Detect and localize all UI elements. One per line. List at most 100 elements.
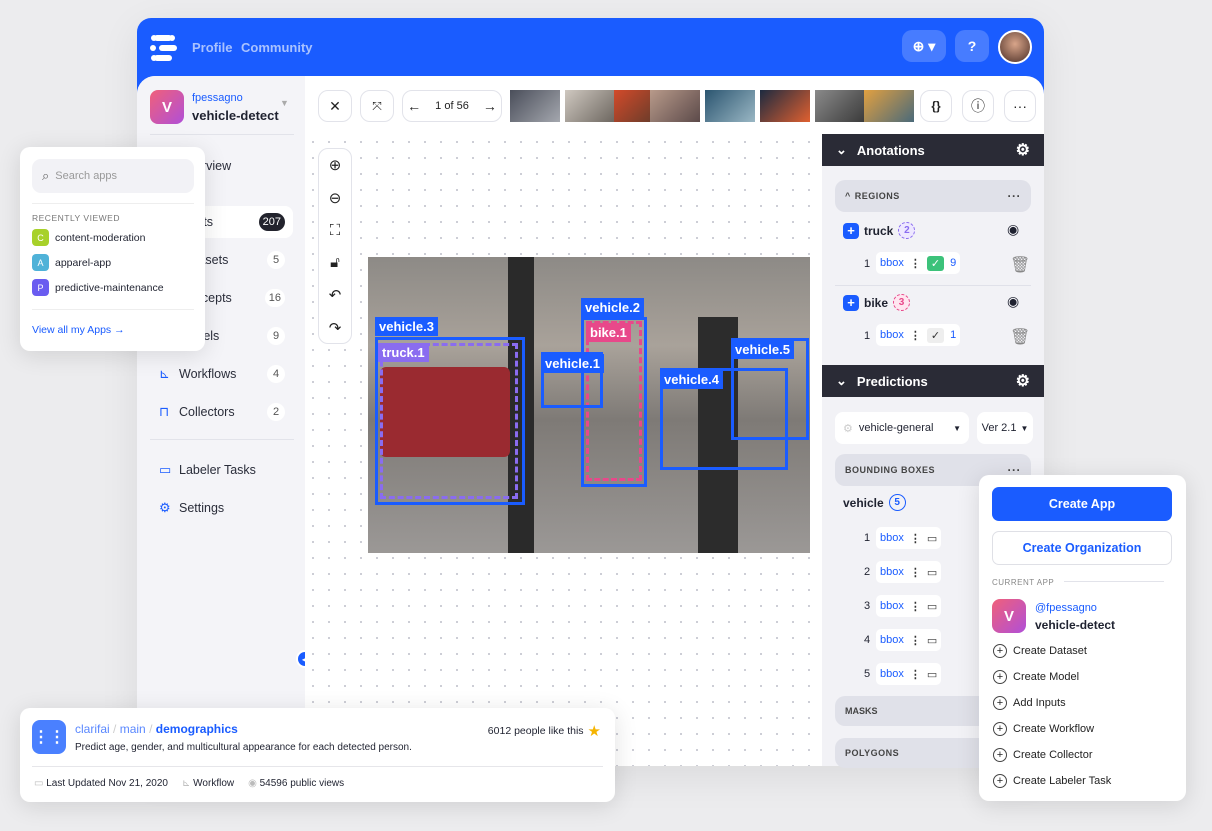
json-button[interactable]: {} [920,90,952,122]
sidebar-item-workflows[interactable]: ⊾ Workflows 4 [151,358,293,390]
info-button[interactable]: ⓘ [962,90,994,122]
next-arrow-icon[interactable]: → [483,98,497,114]
star-icon[interactable]: ★ [588,722,601,740]
region-chip[interactable]: bbox ⋮ ✓ 9 [876,252,961,274]
annotations-title: Anotations [856,142,925,158]
sidebar-item-settings[interactable]: ⚙ Settings [151,492,293,524]
region-chip[interactable]: bbox ⋮ ✓ 1 [876,324,961,346]
zoom-out-icon[interactable]: ⊖ [319,182,351,215]
count-badge: 9 [267,327,285,345]
thumbnail[interactable] [705,90,755,122]
model-select[interactable]: ⚙ vehicle-general ▼ [835,412,969,444]
close-button[interactable]: ✕ [318,90,352,122]
annotations-header[interactable]: ⌄ Anotations ⚙ [822,134,1044,166]
kebab-icon[interactable]: ⋮ [910,600,921,613]
prediction-chip[interactable]: bbox ⋮ ▭ [876,629,942,651]
input-image[interactable]: vehicle.3 truck.1 vehicle.2 bike.1 vehic… [368,257,810,553]
recent-app-item[interactable]: Aapparel-app [32,254,111,271]
thumbnail[interactable] [760,90,810,122]
more-icon[interactable]: ··· [1008,189,1022,203]
kebab-icon[interactable]: ⋮ [910,634,921,647]
app-name[interactable]: vehicle-detect [192,108,279,123]
add-button[interactable]: ⊕ ▾ [902,30,946,62]
bbox-truck-1[interactable] [380,343,518,499]
fullscreen-button[interactable]: ⤧ [360,90,394,122]
view-all-apps-link[interactable]: View all my Apps → [32,324,125,336]
zoom-in-icon[interactable]: ⊕ [319,149,351,182]
kebab-icon[interactable]: ⋮ [910,329,921,342]
redo-icon[interactable]: ↷ [319,312,351,345]
app-owner[interactable]: fpessagno [192,92,243,104]
trash-icon[interactable]: 🗑︎ [1010,327,1030,347]
nav-community[interactable]: Community [241,40,313,55]
undo-icon[interactable]: ↶ [319,279,351,312]
user-avatar[interactable] [998,30,1032,64]
thumbnail[interactable] [864,90,914,122]
prediction-chip[interactable]: bbox ⋮ ▭ [876,663,942,685]
tag-icon[interactable]: ▭ [927,634,937,647]
regions-section[interactable]: ^ REGIONS ··· [835,180,1031,212]
create-action-item[interactable]: + Create Labeler Task [993,774,1111,788]
thumbnail[interactable] [510,90,560,122]
region-bike[interactable]: + bike 3 [843,294,911,311]
check-icon[interactable]: ✓ [926,255,945,271]
region-type: bbox [880,257,904,269]
kebab-icon[interactable]: ⋮ [910,257,921,270]
check-icon[interactable]: ✓ [926,327,945,343]
kebab-icon[interactable]: ⋮ [910,668,921,681]
recent-app-item[interactable]: Ppredictive-maintenance [32,279,164,296]
clarifai-logo[interactable] [149,34,181,62]
prediction-chip[interactable]: bbox ⋮ ▭ [876,595,942,617]
thumbnail[interactable] [650,90,700,122]
create-action-item[interactable]: + Create Collector [993,748,1092,762]
tag-icon[interactable]: ▭ [927,600,937,613]
more-button[interactable]: ··· [1004,90,1036,122]
breadcrumb-owner[interactable]: clarifai [75,722,110,736]
region-truck[interactable]: + truck 2 [843,222,916,239]
search-input[interactable]: ⌕ Search apps [32,159,194,193]
plus-icon[interactable]: + [843,222,859,239]
trash-icon[interactable]: 🗑︎ [1010,255,1030,275]
tag-icon[interactable]: ▭ [927,566,937,579]
app-owner[interactable]: @fpessagno [1035,602,1097,614]
plus-icon[interactable]: + [843,294,859,311]
breadcrumb-model[interactable]: demographics [156,722,238,736]
version-select[interactable]: Ver 2.1 ▼ [977,412,1033,444]
gear-icon[interactable]: ⚙ [1016,140,1030,160]
concept-vehicle[interactable]: vehicle 5 [843,494,906,511]
breadcrumb-app[interactable]: main [120,722,146,736]
plus-circle-icon: + [993,644,1007,658]
prediction-chip[interactable]: bbox ⋮ ▭ [876,527,942,549]
chevron-down-icon[interactable]: ▼ [280,98,289,108]
row-index: 1 [864,330,871,342]
thumbnail[interactable] [565,90,615,122]
kebab-icon[interactable]: ⋮ [910,566,921,579]
create-organization-button[interactable]: Create Organization [992,531,1172,565]
nav-profile[interactable]: Profile [192,40,232,55]
lock-icon[interactable]: 🔓︎ [319,247,351,280]
kebab-icon[interactable]: ⋮ [910,532,921,545]
eye-icon[interactable]: ◉ [1007,221,1019,238]
create-action-item[interactable]: + Add Inputs [993,696,1066,710]
predictions-header[interactable]: ⌄ Predictions ⚙ [822,365,1044,397]
tag-icon[interactable]: ▭ [927,532,937,545]
create-action-item[interactable]: + Create Model [993,670,1079,684]
sidebar-item-collectors[interactable]: ⊓ Collectors 2 [151,396,293,428]
create-app-button[interactable]: Create App [992,487,1172,521]
create-action-item[interactable]: + Create Workflow [993,722,1094,736]
sidebar-item-labeler-tasks[interactable]: ▭ Labeler Tasks [151,454,293,486]
create-action-item[interactable]: + Create Dataset [993,644,1087,658]
pager-label: 1 of 56 [435,100,469,112]
prev-arrow-icon[interactable]: ← [407,98,421,114]
gear-icon[interactable]: ⚙ [1016,371,1030,391]
fit-icon[interactable]: ⛶ [319,214,351,247]
help-button[interactable]: ? [955,30,989,62]
recent-app-item[interactable]: Ccontent-moderation [32,229,145,246]
thumbnail[interactable] [815,90,865,122]
create-popup: Create App Create Organization CURRENT A… [979,475,1186,801]
app-name[interactable]: vehicle-detect [1035,618,1115,632]
tag-icon[interactable]: ▭ [927,668,937,681]
eye-icon[interactable]: ◉ [1007,293,1019,310]
prediction-chip[interactable]: bbox ⋮ ▭ [876,561,942,583]
sidebar-item-label: Collectors [179,405,235,419]
